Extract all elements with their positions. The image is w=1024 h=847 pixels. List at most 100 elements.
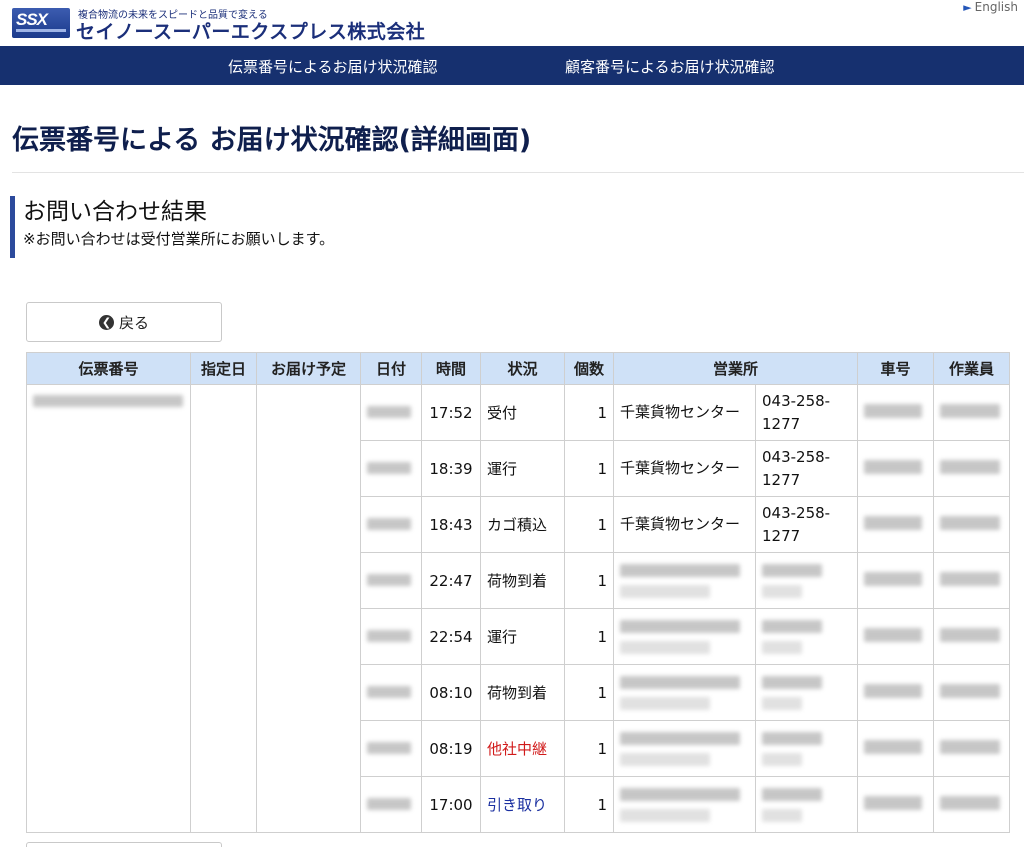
office-phone-cell: 043-258-1277 — [755, 384, 858, 441]
page-title: 伝票番号による お届け状況確認(詳細画面) — [12, 125, 532, 156]
header-slip-number: 伝票番号 — [26, 352, 191, 385]
date-cell — [360, 608, 422, 665]
count-cell: 1 — [564, 384, 614, 441]
date-cell — [360, 720, 422, 777]
arrow-left-circle-icon: ❮ — [98, 314, 114, 330]
redacted-date — [367, 629, 411, 642]
date-cell — [360, 776, 422, 833]
office-name-cell — [613, 608, 756, 665]
header-time: 時間 — [421, 352, 481, 385]
date-cell — [360, 552, 422, 609]
redacted-vehicle — [864, 571, 922, 586]
office-name-cell — [613, 552, 756, 609]
office-phone-cell — [755, 720, 858, 777]
count-cell: 1 — [564, 608, 614, 665]
worker-cell — [933, 776, 1010, 833]
time-cell: 22:47 — [421, 552, 481, 609]
bottom-back-button-edge[interactable] — [26, 842, 222, 847]
redacted-office-name — [620, 787, 749, 822]
vehicle-cell — [857, 552, 934, 609]
vehicle-cell — [857, 720, 934, 777]
date-cell — [360, 384, 422, 441]
company-logo[interactable]: SSX 複合物流の未来をスピードと品質で変える セイノースーパーエクスプレス株式… — [12, 6, 452, 43]
redacted-date — [367, 405, 411, 418]
redacted-office-phone — [762, 675, 851, 710]
redacted-date — [367, 741, 411, 754]
redacted-date — [367, 573, 411, 586]
worker-cell — [933, 440, 1010, 497]
office-phone-cell — [755, 664, 858, 721]
worker-cell — [933, 496, 1010, 553]
worker-cell — [933, 664, 1010, 721]
redacted-vehicle — [864, 627, 922, 642]
status-cell: 荷物到着 — [480, 664, 565, 721]
vehicle-cell — [857, 608, 934, 665]
date-cell — [360, 496, 422, 553]
header-count: 個数 — [564, 352, 614, 385]
redacted-vehicle — [864, 795, 922, 810]
english-link[interactable]: ► English — [963, 0, 1018, 14]
status-cell: 引き取り — [480, 776, 565, 833]
vehicle-cell — [857, 440, 934, 497]
vehicle-cell — [857, 496, 934, 553]
office-name-cell: 千葉貨物センター — [613, 496, 756, 553]
results-title: お問い合わせ結果 — [23, 199, 207, 225]
office-phone-cell — [755, 608, 858, 665]
ssx-logo-mark: SSX — [12, 8, 70, 38]
redacted-worker — [940, 627, 1000, 642]
time-cell: 22:54 — [421, 608, 481, 665]
back-button[interactable]: ❮ 戻る — [26, 302, 222, 342]
redacted-office-name — [620, 675, 749, 710]
time-cell: 17:52 — [421, 384, 481, 441]
inquiry-note: ※お問い合わせは受付営業所にお願いします。 — [23, 230, 335, 248]
office-name-cell — [613, 776, 756, 833]
time-cell: 08:10 — [421, 664, 481, 721]
header-worker: 作業員 — [933, 352, 1010, 385]
title-divider — [12, 172, 1024, 173]
site-header: SSX 複合物流の未来をスピードと品質で変える セイノースーパーエクスプレス株式… — [0, 0, 1024, 46]
redacted-vehicle — [864, 683, 922, 698]
office-name-cell — [613, 720, 756, 777]
table-row: 17:52 受付 1 千葉貨物センター 043-258-1277 — [26, 384, 1010, 833]
date-cell — [360, 664, 422, 721]
office-phone-cell — [755, 776, 858, 833]
redacted-date — [367, 797, 411, 810]
count-cell: 1 — [564, 776, 614, 833]
header-office: 営業所 — [613, 352, 858, 385]
time-cell: 18:43 — [421, 496, 481, 553]
office-name-cell: 千葉貨物センター — [613, 384, 756, 441]
status-cell: 荷物到着 — [480, 552, 565, 609]
header-status: 状況 — [480, 352, 565, 385]
redacted-worker — [940, 571, 1000, 586]
status-cell: 運行 — [480, 608, 565, 665]
worker-cell — [933, 552, 1010, 609]
count-cell: 1 — [564, 552, 614, 609]
redacted-date — [367, 685, 411, 698]
redacted-vehicle — [864, 739, 922, 754]
tracking-table: 伝票番号 指定日 お届け予定 日付 時間 状況 個数 営業所 車号 作業員 17… — [26, 352, 1010, 833]
worker-cell — [933, 608, 1010, 665]
redacted-vehicle — [864, 459, 922, 474]
redacted-vehicle — [864, 403, 922, 418]
nav-slip-number-tracking[interactable]: 伝票番号によるお届け状況確認 — [228, 56, 438, 77]
vehicle-cell — [857, 776, 934, 833]
header-designated-date: 指定日 — [190, 352, 257, 385]
time-cell: 17:00 — [421, 776, 481, 833]
office-phone-cell: 043-258-1277 — [755, 440, 858, 497]
results-section-heading: お問い合わせ結果 ※お問い合わせは受付営業所にお願いします。 — [10, 196, 334, 258]
status-cell: 他社中継 — [480, 720, 565, 777]
delivery-plan-cell — [256, 384, 361, 833]
designated-date-cell — [190, 384, 257, 833]
redacted-office-name — [620, 731, 749, 766]
slip-number-cell — [26, 384, 191, 833]
redacted-worker — [940, 459, 1000, 474]
nav-customer-number-tracking[interactable]: 顧客番号によるお届け状況確認 — [565, 56, 775, 77]
worker-cell — [933, 720, 1010, 777]
status-cell: カゴ積込 — [480, 496, 565, 553]
english-link-label: English — [974, 0, 1018, 14]
redacted-office-name — [620, 563, 749, 598]
status-cell: 受付 — [480, 384, 565, 441]
office-phone-cell — [755, 552, 858, 609]
back-button-label: 戻る — [118, 313, 149, 332]
main-navbar: 伝票番号によるお届け状況確認 顧客番号によるお届け状況確認 — [0, 46, 1024, 85]
